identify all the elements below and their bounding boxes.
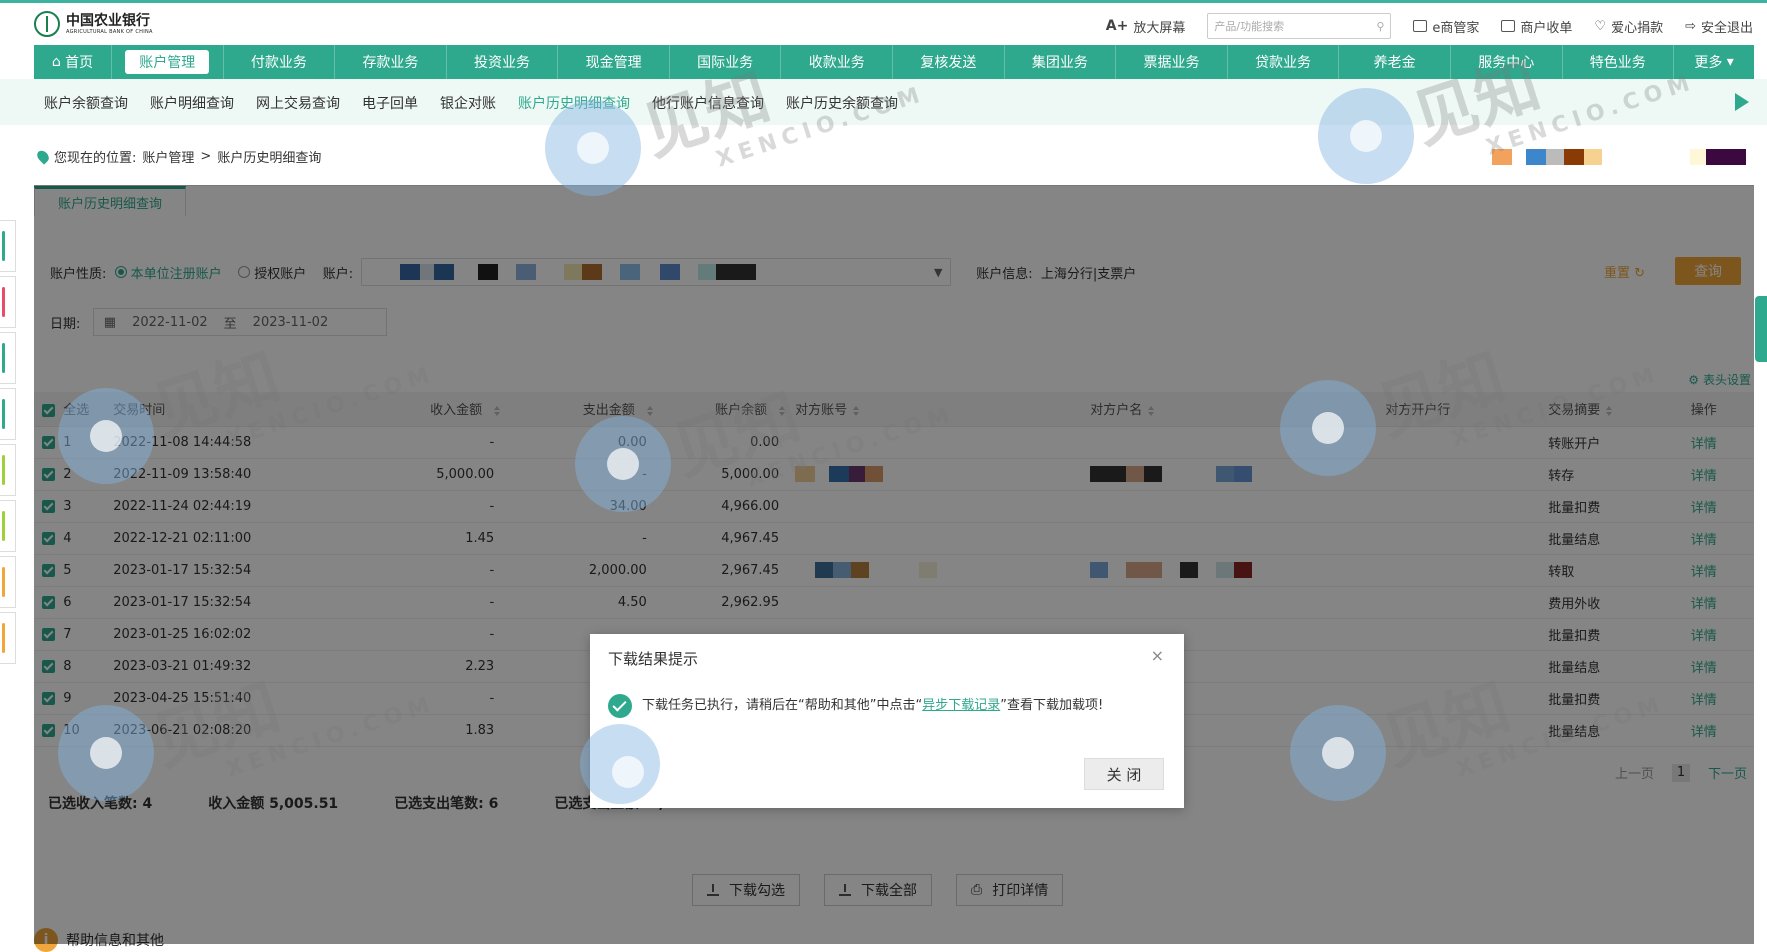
nav-label: 投资业务 xyxy=(474,55,531,71)
nav-item-account[interactable]: 账户管理 xyxy=(112,45,224,79)
logout-icon: ⇨ xyxy=(1685,18,1696,34)
heart-hand-icon: ♡ xyxy=(1594,18,1607,34)
zoom-label: 放大屏幕 xyxy=(1133,20,1186,36)
search-icon[interactable]: ⚲ xyxy=(1376,20,1384,33)
dialog-message: 下载任务已执行，请稍后在“帮助和其他”中点击“异步下载记录”查看下载加载项! xyxy=(608,694,1148,718)
subnav-balance[interactable]: 账户余额查询 xyxy=(44,93,128,113)
nav-label: 复核发送 xyxy=(920,55,977,71)
logout-label: 安全退出 xyxy=(1700,20,1753,36)
nav-home-label: 首页 xyxy=(65,55,94,71)
nav-item-bill[interactable]: 票据业务 xyxy=(1116,45,1228,79)
abc-logo-icon xyxy=(34,11,60,37)
subnav-online-trans[interactable]: 网上交易查询 xyxy=(256,93,340,113)
nav-more-label: 更多 xyxy=(1694,55,1723,71)
nav-item-deposit[interactable]: 存款业务 xyxy=(335,45,447,79)
emanager-button[interactable]: e商管家 xyxy=(1413,17,1479,36)
merchant-button[interactable]: 商户收单 xyxy=(1501,17,1572,36)
subnav-receipt[interactable]: 电子回单 xyxy=(362,93,418,113)
merchant-label: 商户收单 xyxy=(1520,20,1573,36)
merchant-icon xyxy=(1501,20,1516,32)
nav-label: 养老金 xyxy=(1373,55,1416,71)
redacted-user-info xyxy=(1492,149,1602,165)
side-tab[interactable] xyxy=(0,612,16,664)
bank-logo[interactable]: 中国农业银行 AGRICULTURAL BANK OF CHINA xyxy=(34,11,153,37)
nav-label: 现金管理 xyxy=(585,55,642,71)
nav-label: 收款业务 xyxy=(808,55,865,71)
logout-button[interactable]: ⇨ 安全退出 xyxy=(1685,17,1753,36)
breadcrumb: 您现在的位置: 账户管理 > 账户历史明细查询 xyxy=(34,147,322,166)
side-tab[interactable] xyxy=(0,332,16,384)
emanager-label: e商管家 xyxy=(1432,20,1480,36)
home-icon: ⌂ xyxy=(51,54,66,70)
header: 中国农业银行 AGRICULTURAL BANK OF CHINA A+ 放大屏幕… xyxy=(0,3,1767,45)
shop-icon xyxy=(1413,20,1428,32)
search-input[interactable]: 产品/功能搜索 ⚲ xyxy=(1207,13,1392,39)
nav-more[interactable]: 更多 ▾ xyxy=(1674,45,1754,79)
modal-overlay xyxy=(34,185,1754,944)
nav-item-review[interactable]: 复核发送 xyxy=(893,45,1005,79)
success-check-icon xyxy=(608,694,632,718)
dialog-msg-before: 下载任务已执行，请稍后在“帮助和其他”中点击“ xyxy=(642,698,923,713)
watermark-logo xyxy=(580,724,660,804)
nav-item-intl[interactable]: 国际业务 xyxy=(670,45,782,79)
nav-label: 特色业务 xyxy=(1589,55,1646,71)
nav-label: 服务中心 xyxy=(1478,55,1535,71)
bank-name-cn: 中国农业银行 xyxy=(66,13,150,29)
close-icon[interactable]: × xyxy=(1151,646,1164,665)
side-tab[interactable] xyxy=(0,388,16,440)
nav-item-group[interactable]: 集团业务 xyxy=(1005,45,1117,79)
bank-name-en: AGRICULTURAL BANK OF CHINA xyxy=(66,29,153,35)
location-pin-icon xyxy=(34,148,52,165)
nav-label: 付款业务 xyxy=(250,55,307,71)
nav-item-loan[interactable]: 贷款业务 xyxy=(1228,45,1340,79)
caret-down-icon: ▾ xyxy=(1722,54,1734,70)
donate-label: 爱心捐款 xyxy=(1611,20,1664,36)
side-tab[interactable] xyxy=(0,556,16,608)
nav-item-collect[interactable]: 收款业务 xyxy=(781,45,894,79)
nav-label: 账户管理 xyxy=(125,50,210,74)
right-float-tab[interactable] xyxy=(1755,296,1767,362)
subnav-detail[interactable]: 账户明细查询 xyxy=(150,93,234,113)
async-download-record-link[interactable]: 异步下载记录 xyxy=(922,698,1000,713)
donate-button[interactable]: ♡ 爱心捐款 xyxy=(1594,17,1663,36)
side-tab[interactable] xyxy=(0,444,16,496)
subnav-history-balance[interactable]: 账户历史余额查询 xyxy=(786,93,898,113)
nav-item-service[interactable]: 服务中心 xyxy=(1451,45,1563,79)
nav-item-invest[interactable]: 投资业务 xyxy=(447,45,559,79)
zoom-screen-button[interactable]: A+ 放大屏幕 xyxy=(1106,17,1186,36)
dialog-title: 下载结果提示 xyxy=(608,650,699,668)
subnav-history-detail[interactable]: 账户历史明细查询 xyxy=(518,93,630,113)
nav-item-payment[interactable]: 付款业务 xyxy=(224,45,336,79)
nav-item-pension[interactable]: 养老金 xyxy=(1339,45,1451,79)
nav-label: 贷款业务 xyxy=(1255,55,1312,71)
nav-item-cash[interactable]: 现金管理 xyxy=(558,45,670,79)
nav-label: 票据业务 xyxy=(1143,55,1200,71)
side-tab[interactable] xyxy=(0,276,16,328)
nav-label: 集团业务 xyxy=(1031,55,1088,71)
left-side-tabs xyxy=(0,220,16,668)
subnav-reconcile[interactable]: 银企对账 xyxy=(440,93,496,113)
play-arrow-icon[interactable] xyxy=(1735,93,1749,111)
nav-label: 存款业务 xyxy=(362,55,419,71)
side-tab[interactable] xyxy=(0,500,16,552)
download-result-dialog: 下载结果提示 × 下载任务已执行，请稍后在“帮助和其他”中点击“异步下载记录”查… xyxy=(580,634,1184,808)
nav-item-special[interactable]: 特色业务 xyxy=(1563,45,1675,79)
breadcrumb-prefix: 您现在的位置: xyxy=(54,151,137,166)
dialog-msg-after: ”查看下载加载项! xyxy=(1000,698,1104,713)
breadcrumb-sep: > xyxy=(200,149,212,164)
main-nav: ⌂ 首页 账户管理 付款业务 存款业务 投资业务 现金管理 国际业务 收款业务 … xyxy=(34,45,1754,79)
redacted-user-name xyxy=(1690,149,1746,165)
subnav-other-bank[interactable]: 他行账户信息查询 xyxy=(652,93,764,113)
side-tab[interactable] xyxy=(0,220,16,272)
nav-home[interactable]: ⌂ 首页 xyxy=(34,45,112,79)
zoom-icon: A+ xyxy=(1105,18,1129,34)
breadcrumb-level1[interactable]: 账户管理 xyxy=(142,147,194,166)
dialog-close-button[interactable]: 关 闭 xyxy=(1084,758,1164,790)
breadcrumb-level2: 账户历史明细查询 xyxy=(217,151,322,166)
sub-nav: 账户余额查询 账户明细查询 网上交易查询 电子回单 银企对账 账户历史明细查询 … xyxy=(0,79,1767,125)
nav-label: 国际业务 xyxy=(697,55,754,71)
search-placeholder: 产品/功能搜索 xyxy=(1214,20,1285,33)
